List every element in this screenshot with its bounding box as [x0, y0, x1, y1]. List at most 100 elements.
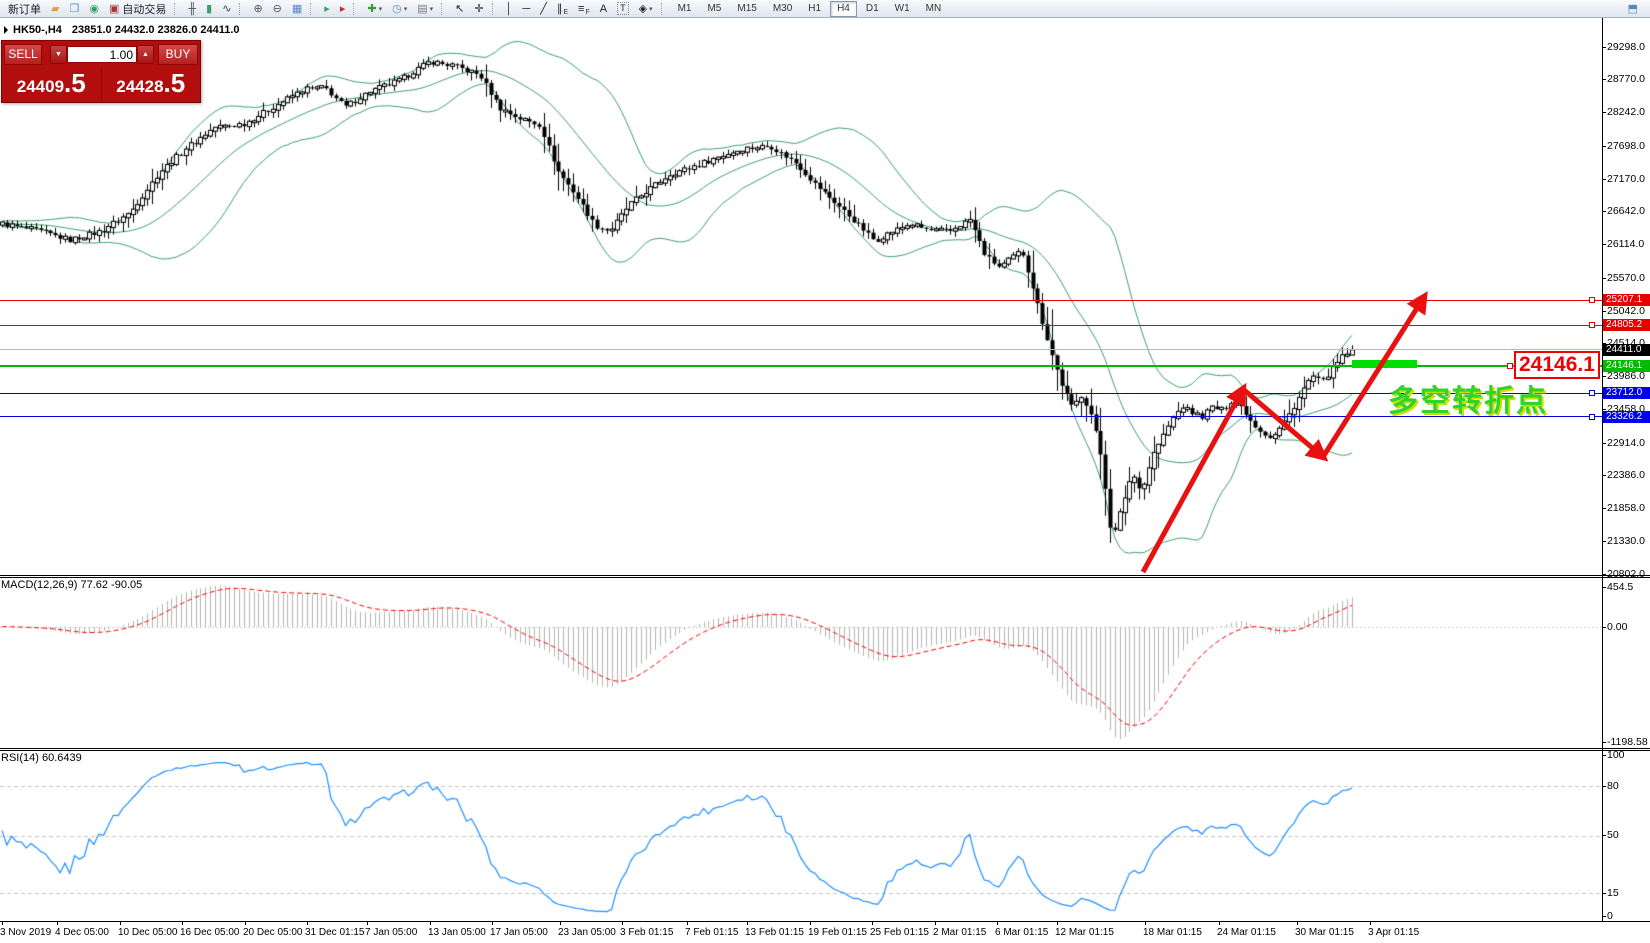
time-axis-label[interactable]: 13 Jan 05:00: [428, 927, 486, 938]
signals-icon: ◉: [89, 2, 99, 15]
candlestick-chart-icon[interactable]: ▮: [202, 0, 216, 17]
market-watch-icon[interactable]: ❐: [65, 0, 83, 17]
fibonacci-icon[interactable]: ≡ F: [574, 0, 594, 17]
auto-scroll-icon[interactable]: ▸: [320, 0, 334, 17]
time-axis-label[interactable]: 7 Jan 05:00: [365, 927, 417, 938]
volume-decrease-button[interactable]: ▼: [50, 45, 67, 64]
timeframe-button-h4[interactable]: H4: [830, 0, 857, 17]
time-axis-label[interactable]: 25 Feb 01:15: [870, 927, 929, 938]
timeframe-button-m15[interactable]: M15: [730, 1, 763, 17]
line-handle[interactable]: [1589, 390, 1595, 396]
auto-scroll-icon: ▸: [324, 2, 330, 15]
time-axis-label[interactable]: 20 Dec 05:00: [243, 927, 303, 938]
periods-icon[interactable]: ◷ ▾: [388, 0, 411, 17]
signals-icon[interactable]: ◉: [85, 0, 103, 17]
sell-button[interactable]: SELL: [4, 44, 42, 65]
toolbar-separator: [353, 2, 358, 15]
timeframe-button-d1[interactable]: D1: [859, 1, 886, 17]
time-axis-label[interactable]: 30 Mar 01:15: [1295, 927, 1354, 938]
order-book-icon[interactable]: ▰: [47, 0, 63, 17]
timeframe-button-h1[interactable]: H1: [801, 1, 828, 17]
channel-icon[interactable]: ∥ E: [553, 0, 572, 17]
timeframe-button-m1[interactable]: M1: [671, 1, 699, 17]
time-axis-label[interactable]: 23 Jan 05:00: [558, 927, 616, 938]
auto-trading-button-label: 自动交易: [122, 3, 167, 16]
tile-windows-icon[interactable]: ▦: [288, 0, 306, 17]
time-axis-label[interactable]: 16 Dec 05:00: [180, 927, 240, 938]
candlestick-chart-icon: ▮: [206, 2, 213, 15]
label-icon[interactable]: T: [613, 0, 633, 17]
arrows-icon[interactable]: ◈ ▾: [635, 0, 657, 17]
zoom-out-icon[interactable]: ⊖: [269, 0, 286, 17]
time-axis-label[interactable]: 7 Feb 01:15: [685, 927, 738, 938]
line-handle[interactable]: [1589, 322, 1595, 328]
price-axis-label: 26642.0: [1607, 205, 1645, 217]
trendline-icon[interactable]: ╱: [536, 0, 551, 17]
timeframe-button-m30[interactable]: M30: [766, 1, 799, 17]
line-chart-icon[interactable]: ∿: [218, 0, 235, 17]
rsi-axis-tick: [1602, 755, 1606, 756]
chinese-annotation[interactable]: 多空转折点: [1388, 376, 1548, 420]
time-axis-label[interactable]: 3 Nov 2019: [0, 927, 51, 938]
time-axis-label[interactable]: 18 Mar 01:15: [1143, 927, 1202, 938]
price-axis-tick: [1602, 244, 1606, 245]
zoom-in-icon[interactable]: ⊕: [249, 0, 266, 17]
panel-separator[interactable]: [0, 577, 1650, 578]
support-highlight-bar[interactable]: [1352, 360, 1417, 368]
buy-price[interactable]: 24428.5: [102, 67, 201, 101]
line-handle[interactable]: [1589, 414, 1595, 420]
panel-separator[interactable]: [0, 748, 1650, 749]
horizontal-line-24805.2[interactable]: [0, 325, 1602, 326]
time-axis-label[interactable]: 12 Mar 01:15: [1055, 927, 1114, 938]
time-axis-label[interactable]: 17 Jan 05:00: [490, 927, 548, 938]
price-callout-label[interactable]: 24146.1: [1514, 351, 1600, 379]
sell-price[interactable]: 24409.5: [2, 67, 101, 101]
indicators-icon[interactable]: ✚ ▾: [363, 0, 386, 17]
timeframe-button-m5[interactable]: M5: [700, 1, 728, 17]
templates-icon[interactable]: ▤ ▾: [413, 0, 437, 17]
price-chart-canvas[interactable]: [0, 18, 1602, 575]
horizontal-line-25207.1[interactable]: [0, 300, 1602, 301]
buy-button[interactable]: BUY: [158, 44, 198, 65]
auto-trading-button[interactable]: ▣ 自动交易: [105, 0, 170, 17]
time-axis-label[interactable]: 19 Feb 01:15: [808, 927, 867, 938]
expand-icon[interactable]: [4, 26, 8, 34]
volume-increase-button[interactable]: ▲: [137, 45, 154, 64]
toolbar-separator: [441, 2, 446, 15]
crosshair-icon[interactable]: ✛: [470, 0, 487, 17]
panel-separator[interactable]: [0, 575, 1650, 576]
panel-separator[interactable]: [0, 750, 1650, 751]
line-handle[interactable]: [1589, 297, 1595, 303]
arrows-icon: ◈: [638, 2, 648, 15]
time-axis-label[interactable]: 2 Mar 01:15: [933, 927, 986, 938]
horizontal-line-icon[interactable]: ─: [518, 0, 534, 17]
time-axis-label[interactable]: 13 Feb 01:15: [745, 927, 804, 938]
macd-panel-canvas[interactable]: [0, 577, 1602, 748]
time-axis-label[interactable]: 3 Feb 01:15: [620, 927, 673, 938]
time-axis-label[interactable]: 24 Mar 01:15: [1217, 927, 1276, 938]
volume-input[interactable]: [67, 46, 137, 63]
time-axis-label[interactable]: 4 Dec 05:00: [55, 927, 109, 938]
line-handle[interactable]: [1507, 363, 1513, 369]
horizontal-line-23326.2[interactable]: [0, 416, 1602, 417]
cursor-icon[interactable]: ↖: [451, 0, 468, 17]
time-axis-label[interactable]: 6 Mar 01:15: [995, 927, 1048, 938]
chart-shift-icon[interactable]: ▸: [336, 0, 350, 17]
time-axis-label[interactable]: 3 Apr 01:15: [1368, 927, 1419, 938]
channel-icon-sub: E: [563, 9, 569, 16]
time-axis-label[interactable]: 31 Dec 01:15: [305, 927, 365, 938]
text-icon[interactable]: A: [596, 0, 611, 17]
horizontal-line-23712.0[interactable]: [0, 393, 1602, 394]
time-axis-tick: [1219, 922, 1220, 925]
new-order-button[interactable]: 新订单: [1, 0, 45, 17]
timeframe-button-mn[interactable]: MN: [919, 1, 949, 17]
rsi-panel-canvas[interactable]: [0, 750, 1602, 921]
bar-chart-icon[interactable]: ╫: [184, 0, 200, 17]
new-window-icon[interactable]: ⬒: [1624, 0, 1642, 17]
vertical-line-icon[interactable]: │: [502, 0, 517, 17]
time-axis-tick: [57, 922, 58, 925]
timeframe-button-w1[interactable]: W1: [888, 1, 917, 17]
price-axis-marker-25207.1: 25207.1: [1603, 294, 1650, 306]
time-axis-label[interactable]: 10 Dec 05:00: [118, 927, 178, 938]
horizontal-line-24411.0[interactable]: [0, 349, 1602, 350]
